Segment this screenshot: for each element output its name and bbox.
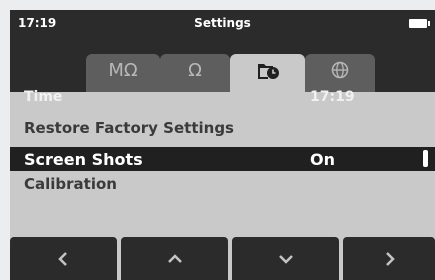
chevron-right-icon <box>386 251 395 266</box>
device-screen: 17:19 Settings MΩ Ω Time 17:19 Restore F… <box>10 10 435 280</box>
scrollbar-thumb[interactable] <box>423 150 428 167</box>
battery-icon <box>409 19 430 28</box>
ohm-label: Ω <box>188 59 202 81</box>
chevron-down-icon <box>278 254 293 264</box>
chevron-up-icon <box>167 253 182 263</box>
restore-factory-label: Restore Factory Settings <box>24 119 234 137</box>
time-value: 17:19 <box>310 89 355 105</box>
setting-row-time[interactable]: Time 17:19 <box>10 89 435 108</box>
left-button[interactable] <box>10 237 117 280</box>
down-button[interactable] <box>232 237 339 280</box>
setting-row-screen-shots[interactable]: Screen Shots On <box>10 147 435 171</box>
screen-shots-label: Screen Shots <box>24 150 143 169</box>
tab-bar: MΩ Ω <box>10 37 435 92</box>
right-button[interactable] <box>343 237 435 280</box>
calibration-label: Calibration <box>24 175 117 193</box>
setting-row-calibration[interactable]: Calibration <box>10 172 435 196</box>
folder-clock-icon <box>257 64 279 79</box>
softkey-bar <box>10 237 435 280</box>
tab-settings[interactable] <box>230 54 305 92</box>
time-label: Time <box>24 89 63 105</box>
tab-megaohm[interactable]: MΩ <box>86 54 160 92</box>
screen-title: Settings <box>194 16 251 30</box>
megaohm-label: MΩ <box>108 59 138 81</box>
setting-row-restore-factory[interactable]: Restore Factory Settings <box>10 116 435 140</box>
tab-ohm[interactable]: Ω <box>160 54 230 92</box>
chevron-left-icon <box>57 251 67 266</box>
status-bar: 17:19 Settings <box>10 10 435 37</box>
globe-icon <box>331 61 349 79</box>
tab-globe[interactable] <box>305 54 375 92</box>
up-button[interactable] <box>121 237 228 280</box>
screen-shots-value: On <box>310 150 335 169</box>
